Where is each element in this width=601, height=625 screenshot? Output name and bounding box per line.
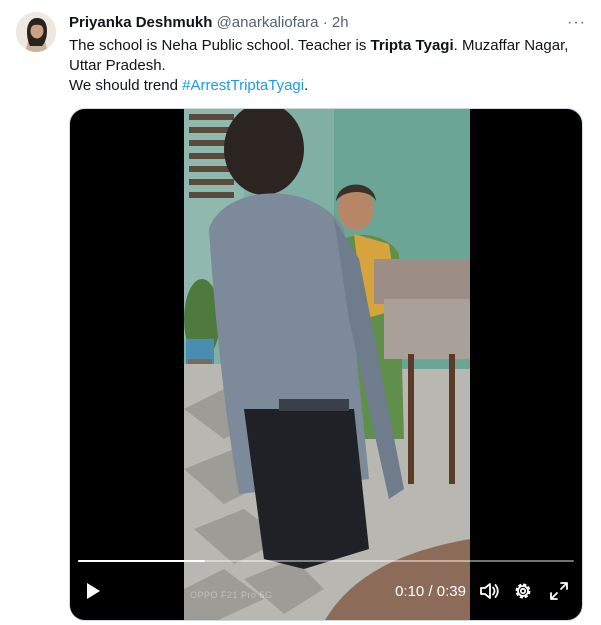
separator-dot: ·	[322, 14, 328, 31]
volume-button[interactable]	[478, 580, 500, 602]
video-time: 0:10 / 0:39	[395, 582, 466, 602]
tweet-header: Priyanka Deshmukh @anarkaliofara · 2h	[69, 13, 585, 33]
progress-bar[interactable]	[78, 560, 574, 562]
play-button[interactable]	[82, 580, 104, 602]
avatar[interactable]	[16, 12, 56, 52]
avatar-image	[16, 12, 56, 52]
settings-button[interactable]	[512, 580, 534, 602]
more-options-button[interactable]: ···	[567, 14, 585, 32]
tweet-text-line1-a: The school is Neha Public school. Teache…	[69, 37, 371, 54]
fullscreen-button[interactable]	[548, 580, 570, 602]
hashtag-link[interactable]: #ArrestTriptaTyagi	[182, 77, 304, 94]
duration: 0:39	[436, 583, 466, 600]
author-name[interactable]: Priyanka Deshmukh	[69, 14, 212, 31]
fullscreen-icon	[550, 582, 568, 600]
tweet: Priyanka Deshmukh @anarkaliofara · 2h ··…	[0, 0, 601, 625]
video-player[interactable]: OPPO F21 Pro 5G 0:10 / 0:39	[69, 108, 583, 621]
time-separator: /	[428, 583, 433, 600]
ellipsis-icon: ···	[567, 14, 586, 31]
tweet-text-line2: Uttar Pradesh.	[69, 57, 166, 74]
current-time: 0:10	[395, 583, 425, 600]
video-controls: 0:10 / 0:39	[70, 560, 582, 620]
video-frame[interactable]	[184, 109, 470, 620]
play-icon	[87, 583, 100, 599]
tweet-timestamp[interactable]: 2h	[332, 14, 349, 31]
video-still	[184, 109, 470, 620]
tweet-text-teacher-name: Tripta Tyagi	[370, 37, 454, 54]
progress-bar-fill	[78, 560, 205, 562]
settings-icon	[515, 583, 531, 599]
author-handle[interactable]: @anarkaliofara	[217, 14, 319, 31]
tweet-text-line1-b: . Muzaffar Nagar,	[453, 37, 569, 54]
tweet-text: The school is Neha Public school. Teache…	[69, 36, 569, 96]
tweet-text-line3-b: .	[304, 77, 309, 94]
tweet-text-line3-a: We should trend	[69, 77, 183, 94]
volume-icon	[480, 583, 499, 599]
